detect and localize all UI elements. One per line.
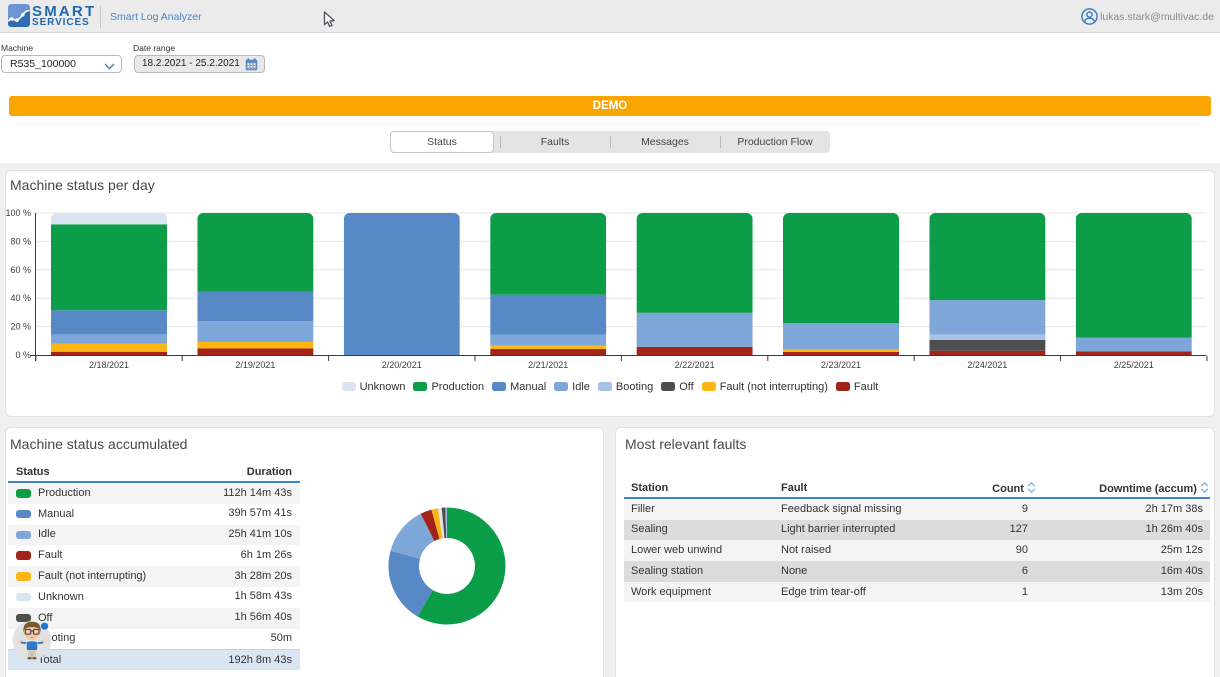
svg-text:0 %: 0 % xyxy=(15,350,31,360)
svg-text:2/25/2021: 2/25/2021 xyxy=(1114,360,1154,370)
svg-text:20 %: 20 % xyxy=(10,322,31,332)
svg-text:80 %: 80 % xyxy=(10,236,31,246)
svg-text:2/18/2021: 2/18/2021 xyxy=(89,360,129,370)
svg-text:60 %: 60 % xyxy=(10,265,31,275)
svg-text:2/22/2021: 2/22/2021 xyxy=(675,360,715,370)
svg-text:100 %: 100 % xyxy=(5,208,31,218)
svg-text:2/24/2021: 2/24/2021 xyxy=(967,360,1007,370)
svg-text:40 %: 40 % xyxy=(10,293,31,303)
svg-text:2/23/2021: 2/23/2021 xyxy=(821,360,861,370)
svg-text:2/20/2021: 2/20/2021 xyxy=(382,360,422,370)
svg-text:2/19/2021: 2/19/2021 xyxy=(235,360,275,370)
svg-text:2/21/2021: 2/21/2021 xyxy=(528,360,568,370)
